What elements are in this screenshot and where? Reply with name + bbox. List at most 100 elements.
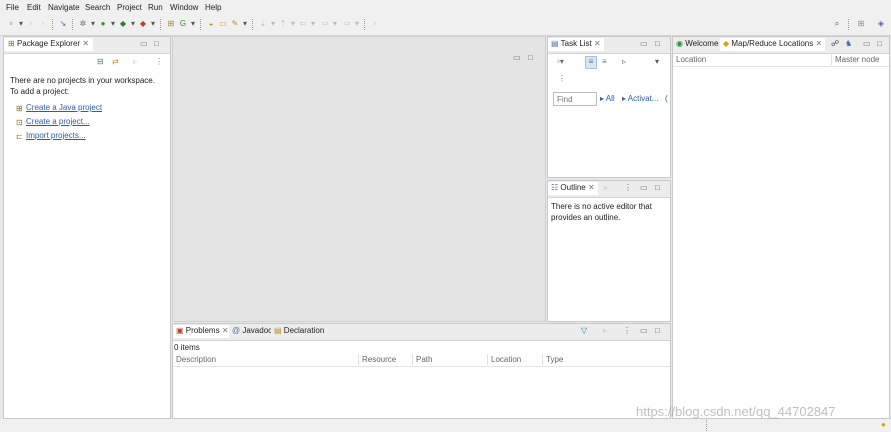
menu-run[interactable]: Run — [148, 3, 163, 12]
menu-window[interactable]: Window — [170, 3, 198, 12]
focus-icon[interactable]: ▹ — [603, 326, 607, 335]
edit-location-icon[interactable]: ♞ — [845, 39, 852, 48]
dropdown-icon[interactable]: ▾ — [148, 19, 158, 29]
pin-editor-icon[interactable]: ⇨ — [342, 19, 352, 29]
save-icon[interactable]: ▫ — [26, 19, 36, 29]
back-icon[interactable]: ⇦ — [298, 19, 308, 29]
open-folder-icon[interactable]: ▭ — [218, 19, 228, 29]
column-type[interactable]: Type — [543, 354, 668, 365]
tab-package-explorer[interactable]: ⊞ Package Explorer ✕ — [4, 38, 94, 51]
external-tool-icon[interactable]: ◆ — [138, 19, 148, 29]
dropdown-icon[interactable]: ▾ — [88, 19, 98, 29]
dropdown-icon[interactable]: ▾ — [330, 19, 340, 29]
view-menu-icon[interactable]: ⋮ — [624, 183, 632, 192]
dropdown-icon[interactable]: ▾ — [308, 19, 318, 29]
pencil-icon[interactable]: ✎ — [230, 19, 240, 29]
close-icon[interactable]: ✕ — [594, 39, 601, 48]
open-type-icon[interactable]: ◒ — [206, 19, 216, 29]
dropdown-icon[interactable]: ▾ — [108, 19, 118, 29]
column-master-node[interactable]: Master node — [832, 54, 885, 65]
minimize-icon[interactable]: ▭ — [513, 53, 521, 62]
import-projects-link[interactable]: ⊏ Import projects... — [16, 131, 86, 141]
filter-activate[interactable]: ▸ Activat... — [622, 94, 658, 103]
view-menu-icon[interactable]: ⋮ — [623, 326, 631, 335]
link-editor-icon[interactable]: ⇄ — [112, 57, 119, 66]
run-icon[interactable]: ● — [98, 19, 108, 29]
column-description[interactable]: Description — [173, 354, 359, 365]
close-icon[interactable]: ✕ — [222, 326, 229, 335]
tab-task-list[interactable]: ▤ Task List ✕ — [548, 38, 604, 51]
new-package-icon[interactable]: ⊞ — [166, 19, 176, 29]
new-icon[interactable]: ▫ — [6, 19, 16, 29]
minimize-icon[interactable]: ▭ — [640, 39, 648, 48]
search-icon[interactable]: ⌕ — [832, 19, 842, 29]
dropdown-icon[interactable]: ▾ — [188, 19, 198, 29]
outline-header: ☷ Outline ✕ ▹ ⋮ ▭ □ — [548, 181, 670, 198]
create-project-link[interactable]: ⊡ Create a project... — [16, 117, 90, 127]
column-location[interactable]: Location — [488, 354, 543, 365]
filter-icon[interactable]: ▽ — [581, 326, 587, 335]
close-icon[interactable]: ✕ — [815, 39, 822, 48]
create-java-project-link[interactable]: ⊞ Create a Java project — [16, 103, 102, 113]
tab-mapreduce-locations[interactable]: ◆ Map/Reduce Locations ✕ — [720, 38, 826, 51]
minimize-icon[interactable]: ▭ — [140, 39, 148, 48]
menu-edit[interactable]: Edit — [27, 3, 41, 12]
tab-problems[interactable]: ▣ Problems ✕ — [173, 325, 232, 338]
maximize-icon[interactable]: □ — [154, 39, 159, 48]
task-find-input[interactable] — [553, 92, 597, 106]
menu-project[interactable]: Project — [117, 3, 142, 12]
maximize-icon[interactable]: □ — [877, 39, 882, 48]
tab-javadoc[interactable]: @ Javadoc — [229, 325, 276, 338]
column-resource[interactable]: Resource — [359, 354, 413, 365]
print-icon[interactable]: ▫ — [38, 19, 48, 29]
menu-help[interactable]: Help — [205, 3, 221, 12]
prev-annotation-icon[interactable]: ⇡ — [278, 19, 288, 29]
minimize-icon[interactable]: ▭ — [640, 326, 648, 335]
run-tool-icon[interactable]: ◆ — [118, 19, 128, 29]
forward-icon[interactable]: ⇨ — [320, 19, 330, 29]
view-menu-icon[interactable]: ▾ — [655, 57, 659, 66]
dropdown-icon[interactable]: ▾ — [288, 19, 298, 29]
tab-welcome[interactable]: ◉ Welcome — [673, 38, 722, 51]
help-icon[interactable]: ( — [665, 94, 668, 103]
maximize-icon[interactable]: □ — [655, 326, 660, 335]
close-icon[interactable]: ✕ — [588, 183, 595, 192]
dropdown-icon[interactable]: ▾ — [268, 19, 278, 29]
dropdown-icon[interactable]: ▾ — [352, 19, 362, 29]
new-task-icon[interactable]: ▫▾ — [557, 57, 564, 66]
column-path[interactable]: Path — [413, 354, 488, 365]
menu-file[interactable]: File — [6, 3, 19, 12]
toggle-view-icon[interactable]: ▫ — [370, 19, 380, 29]
categorized-icon[interactable]: ≡ — [585, 56, 597, 69]
minimize-icon[interactable]: ▭ — [863, 39, 871, 48]
pointer-icon[interactable]: ↘ — [58, 19, 68, 29]
debug-icon[interactable]: ✲ — [78, 19, 88, 29]
collapse-all-icon[interactable]: ⊟ — [97, 57, 104, 66]
new-class-icon[interactable]: G — [178, 19, 188, 29]
column-location[interactable]: Location — [673, 54, 832, 65]
menu-search[interactable]: Search — [85, 3, 110, 12]
minimize-icon[interactable]: ▭ — [640, 183, 648, 192]
open-perspective-icon[interactable]: ⊞ — [856, 19, 866, 29]
next-annotation-icon[interactable]: ⇣ — [258, 19, 268, 29]
tab-outline[interactable]: ☷ Outline ✕ — [548, 182, 598, 195]
view-menu-icon[interactable]: ⋮ — [155, 57, 163, 66]
new-location-icon[interactable]: ☍ — [831, 39, 839, 48]
filter-all[interactable]: ▸ All — [600, 94, 615, 103]
notification-icon[interactable]: ● — [881, 420, 886, 429]
focus-icon[interactable]: ▹ — [604, 183, 608, 192]
menu-navigate[interactable]: Navigate — [48, 3, 80, 12]
dropdown-icon[interactable]: ▾ — [128, 19, 138, 29]
maximize-icon[interactable]: □ — [655, 183, 660, 192]
maximize-icon[interactable]: □ — [655, 39, 660, 48]
mapreduce-perspective-icon[interactable]: ◈ — [876, 19, 886, 29]
scheduled-icon[interactable]: ≡ — [602, 57, 607, 66]
dropdown-icon[interactable]: ▾ — [240, 19, 250, 29]
tab-declaration[interactable]: ▤ Declaration — [271, 325, 328, 338]
maximize-icon[interactable]: □ — [528, 53, 533, 62]
view-menu-icon[interactable]: ⋮ — [558, 74, 566, 83]
dropdown-icon[interactable]: ▾ — [16, 19, 26, 29]
focus-icon[interactable]: ▹ — [622, 57, 626, 66]
focus-icon[interactable]: ▹ — [133, 57, 137, 66]
close-icon[interactable]: ✕ — [82, 39, 89, 48]
